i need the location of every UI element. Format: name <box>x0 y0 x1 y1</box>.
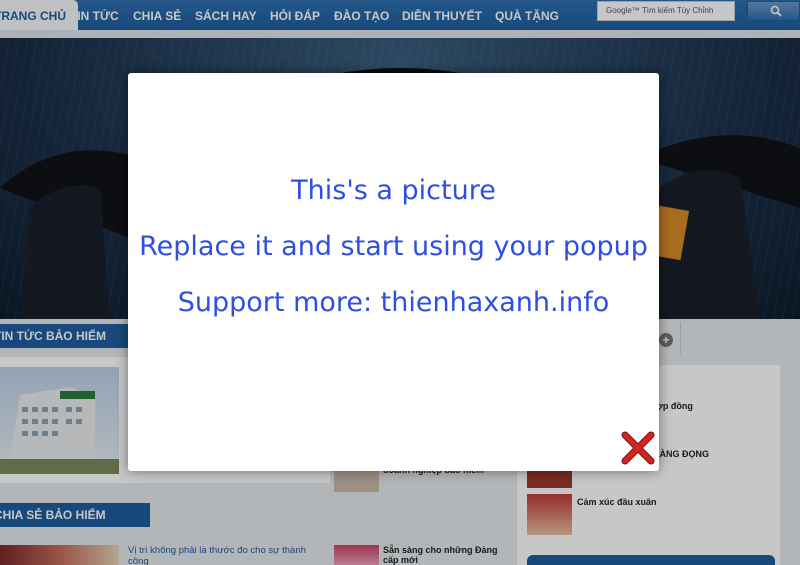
modal-line-3: Support more: thienhaxanh.info <box>177 287 610 318</box>
close-icon <box>621 431 655 465</box>
popup-modal: This's a picture Replace it and start us… <box>128 73 659 471</box>
modal-line-1: This's a picture <box>291 175 496 206</box>
modal-line-2: Replace it and start using your popup <box>139 231 648 262</box>
close-button[interactable] <box>621 431 655 465</box>
